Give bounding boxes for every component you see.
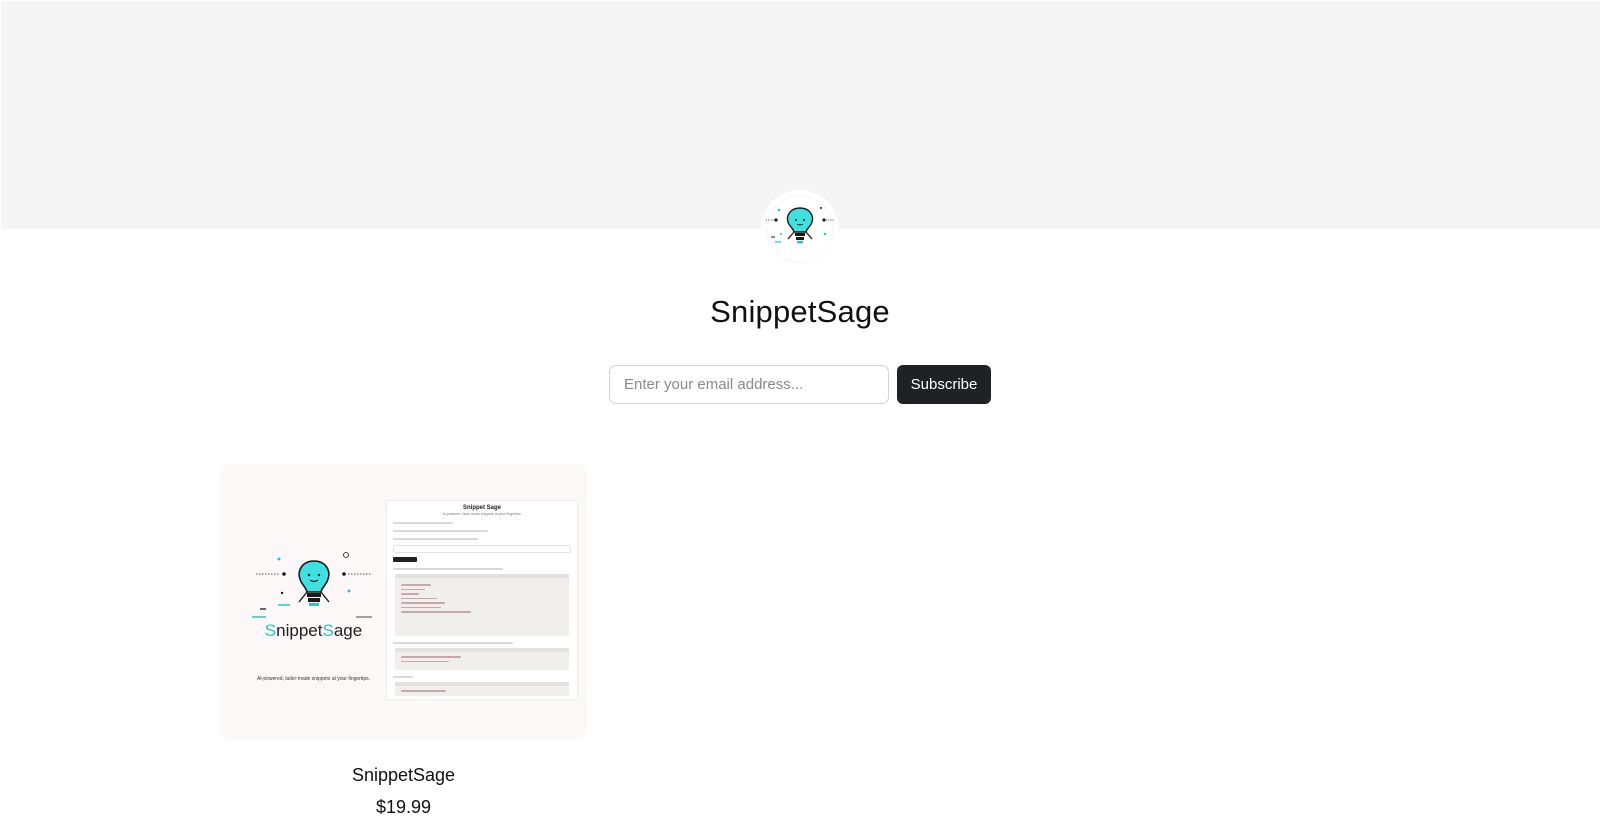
store-title: SnippetSage <box>710 294 890 329</box>
product-name[interactable]: SnippetSage <box>220 765 587 786</box>
email-field[interactable] <box>609 365 889 404</box>
screenshot-text-line <box>393 568 503 570</box>
screenshot-title: Snippet Sage <box>462 505 501 511</box>
screenshot-button <box>393 557 417 562</box>
screenshot-text-line <box>393 530 488 532</box>
subscribe-button[interactable]: Subscribe <box>897 365 991 404</box>
product-price: $19.99 <box>375 797 432 817</box>
screenshot-code-block <box>395 682 569 696</box>
screenshot-subtitle: AI-powered, tailor-made snippets at your… <box>442 512 522 516</box>
thumbnail-wordmark: SnippetSage <box>264 621 363 640</box>
store-page: SnippetSage Subscribe <box>0 0 1600 834</box>
screenshot-text-line <box>393 676 413 678</box>
screenshot-input <box>393 545 571 553</box>
product-thumbnail[interactable]: SnippetSage AI-powered, tailor-made snip… <box>220 464 587 739</box>
screenshot-code-block <box>395 574 569 636</box>
screenshot-text-line <box>393 538 478 540</box>
thumbnail-tagline: AI-powered, tailor-made snippets at your… <box>256 676 371 682</box>
screenshot-text-line <box>393 642 513 644</box>
product-card[interactable]: SnippetSage AI-powered, tailor-made snip… <box>220 464 587 818</box>
screenshot-text-line <box>393 522 453 524</box>
store-avatar <box>761 190 839 268</box>
lightbulb-logo-icon <box>252 552 372 618</box>
lightbulb-logo-icon <box>762 191 838 267</box>
screenshot-code-block <box>395 648 569 670</box>
subscribe-form: Subscribe <box>609 365 991 404</box>
thumbnail-app-screenshot: Snippet Sage AI-powered, tailor-made sni… <box>386 500 578 700</box>
